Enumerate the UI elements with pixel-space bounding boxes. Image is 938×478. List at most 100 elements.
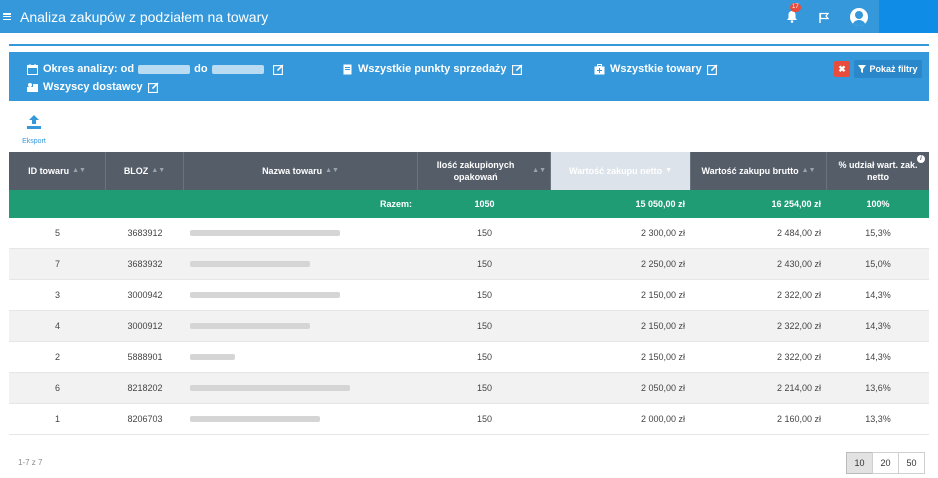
goods-filter[interactable]: Wszystkie towary: [594, 63, 723, 75]
cell-name: [184, 249, 418, 279]
cell-name: [184, 280, 418, 310]
redacted-name: [190, 354, 235, 360]
summary-quantity: 1050: [474, 199, 495, 209]
cell-share: 14,3%: [865, 352, 891, 362]
flag-icon[interactable]: [818, 11, 830, 23]
cell-share: 15,0%: [865, 259, 891, 269]
column-header-id[interactable]: ID towaru ▲▼: [9, 152, 106, 190]
show-filters-button[interactable]: Pokaż filtry: [854, 60, 922, 78]
cell-net-value: 2 150,00 zł: [640, 290, 685, 300]
column-header-bloz[interactable]: BLOZ ▲▼: [106, 152, 184, 190]
page-size-10-button[interactable]: 10: [846, 452, 873, 474]
cell-id: 2: [54, 352, 60, 362]
cell-quantity: 150: [476, 259, 493, 269]
cell-share: 13,3%: [865, 414, 891, 424]
cell-gross-value: 2 322,00 zł: [776, 321, 821, 331]
table-row[interactable]: 3 3000942 150 2 150,00 zł 2 322,00 zł 14,3%: [9, 280, 929, 311]
table-row[interactable]: 2 5888901 150 2 150,00 zł 2 322,00 zł 14,3%: [9, 342, 929, 373]
cell-gross-value: 2 322,00 zł: [776, 290, 821, 300]
cell-bloz: 3000912: [127, 321, 163, 331]
sort-icon: ▲▼: [151, 167, 166, 174]
table-row[interactable]: 6 8218202 150 2 050,00 zł 2 214,00 zł 13,6%: [9, 373, 929, 404]
cell-gross-value: 2 430,00 zł: [776, 259, 821, 269]
cell-name: [184, 218, 418, 248]
cell-net-value: 2 150,00 zł: [640, 321, 685, 331]
divider: [9, 44, 929, 46]
cell-gross-value: 2 160,00 zł: [776, 414, 821, 424]
calendar-icon: [27, 63, 38, 75]
cell-net-value: 2 000,00 zł: [640, 414, 685, 424]
filter-bar: Okres analizy: od do Wszystkie punkty sp…: [9, 52, 929, 101]
redacted-name: [190, 230, 340, 236]
redacted-name: [190, 323, 310, 329]
cell-share: 13,6%: [865, 383, 891, 393]
cell-quantity: 150: [476, 321, 493, 331]
summary-share: 100%: [866, 199, 890, 209]
page-size-20-button[interactable]: 20: [872, 452, 899, 474]
menu-icon[interactable]: [3, 13, 11, 20]
table-row[interactable]: 1 8206703 150 2 000,00 zł 2 160,00 zł 13,3%: [9, 404, 929, 435]
cell-name: [184, 404, 418, 434]
cell-quantity: 150: [476, 414, 493, 424]
cell-name: [184, 373, 418, 403]
page-title: Analiza zakupów z podziałem na towary: [20, 8, 269, 25]
period-filter[interactable]: Okres analizy: od do: [27, 63, 289, 75]
table-row[interactable]: 4 3000912 150 2 150,00 zł 2 322,00 zł 14,3%: [9, 311, 929, 342]
cell-net-value: 2 050,00 zł: [640, 383, 685, 393]
cell-id: 6: [54, 383, 60, 393]
upload-icon: [27, 115, 41, 129]
cell-quantity: 150: [476, 290, 493, 300]
table-row[interactable]: 5 3683912 150 2 300,00 zł 2 484,00 zł 15,3%: [9, 218, 929, 249]
export-button[interactable]: Eksport: [20, 114, 48, 145]
cell-id: 5: [54, 228, 60, 238]
cell-quantity: 150: [476, 352, 493, 362]
edit-icon[interactable]: [706, 64, 718, 75]
points-of-sale-filter[interactable]: Wszystkie punkty sprzedaży: [342, 63, 528, 75]
cell-net-value: 2 300,00 zł: [640, 228, 685, 238]
cell-share: 14,3%: [865, 290, 891, 300]
edit-icon[interactable]: [147, 82, 159, 93]
column-header-share[interactable]: % udział wart. zak. netto i: [827, 152, 929, 190]
notification-badge: 17: [790, 2, 801, 12]
period-to-label: do: [194, 63, 208, 75]
document-icon: [343, 64, 352, 74]
column-header-name[interactable]: Nazwa towaru ▲▼: [184, 152, 418, 190]
top-bar: Analiza zakupów z podziałem na towary 17: [0, 0, 938, 33]
table-row[interactable]: 7 3683932 150 2 250,00 zł 2 430,00 zł 15,0%: [9, 249, 929, 280]
cell-id: 4: [54, 321, 60, 331]
column-header-net-value[interactable]: Wartość zakupu netto ▼: [551, 152, 691, 190]
summary-gross-value: 16 254,00 zł: [771, 199, 821, 209]
summary-row: Razem: 1050 15 050,00 zł 16 254,00 zł 10…: [9, 190, 929, 218]
clear-filters-button[interactable]: ✖: [834, 61, 850, 77]
column-header-gross-value[interactable]: Wartość zakupu brutto ▲▼: [691, 152, 827, 190]
cell-share: 14,3%: [865, 321, 891, 331]
cell-bloz: 3683932: [127, 259, 163, 269]
avatar[interactable]: [850, 7, 868, 26]
column-header-quantity[interactable]: Ilość zakupionych opakowań ▲▼: [418, 152, 551, 190]
record-count: 1-7 z 7: [18, 458, 43, 467]
purchase-table: ID towaru ▲▼ BLOZ ▲▼ Nazwa towaru ▲▼ Ilość …: [9, 152, 929, 435]
cell-net-value: 2 250,00 zł: [640, 259, 685, 269]
info-icon[interactable]: i: [917, 155, 925, 163]
sort-icon: ▲▼: [532, 167, 546, 174]
cell-gross-value: 2 214,00 zł: [776, 383, 821, 393]
bell-icon[interactable]: 17: [786, 2, 801, 24]
supplier-icon: [27, 82, 38, 92]
medkit-icon: [594, 63, 605, 74]
summary-label: Razem:: [379, 199, 412, 209]
cell-id: 7: [54, 259, 60, 269]
points-of-sale-label: Wszystkie punkty sprzedaży: [358, 63, 507, 75]
sort-desc-icon: ▼: [665, 167, 673, 174]
edit-icon[interactable]: [511, 64, 523, 75]
cell-bloz: 3000942: [127, 290, 163, 300]
cell-id: 1: [54, 414, 60, 424]
edit-icon[interactable]: [272, 64, 284, 75]
redacted-name: [190, 292, 340, 298]
user-menu[interactable]: [879, 0, 938, 33]
sort-icon: ▲▼: [801, 167, 816, 174]
page-size-50-button[interactable]: 50: [898, 452, 925, 474]
cell-quantity: 150: [476, 383, 493, 393]
export-label: Eksport: [22, 138, 46, 145]
filter-icon: [858, 65, 867, 73]
suppliers-filter[interactable]: Wszyscy dostawcy: [27, 81, 164, 93]
